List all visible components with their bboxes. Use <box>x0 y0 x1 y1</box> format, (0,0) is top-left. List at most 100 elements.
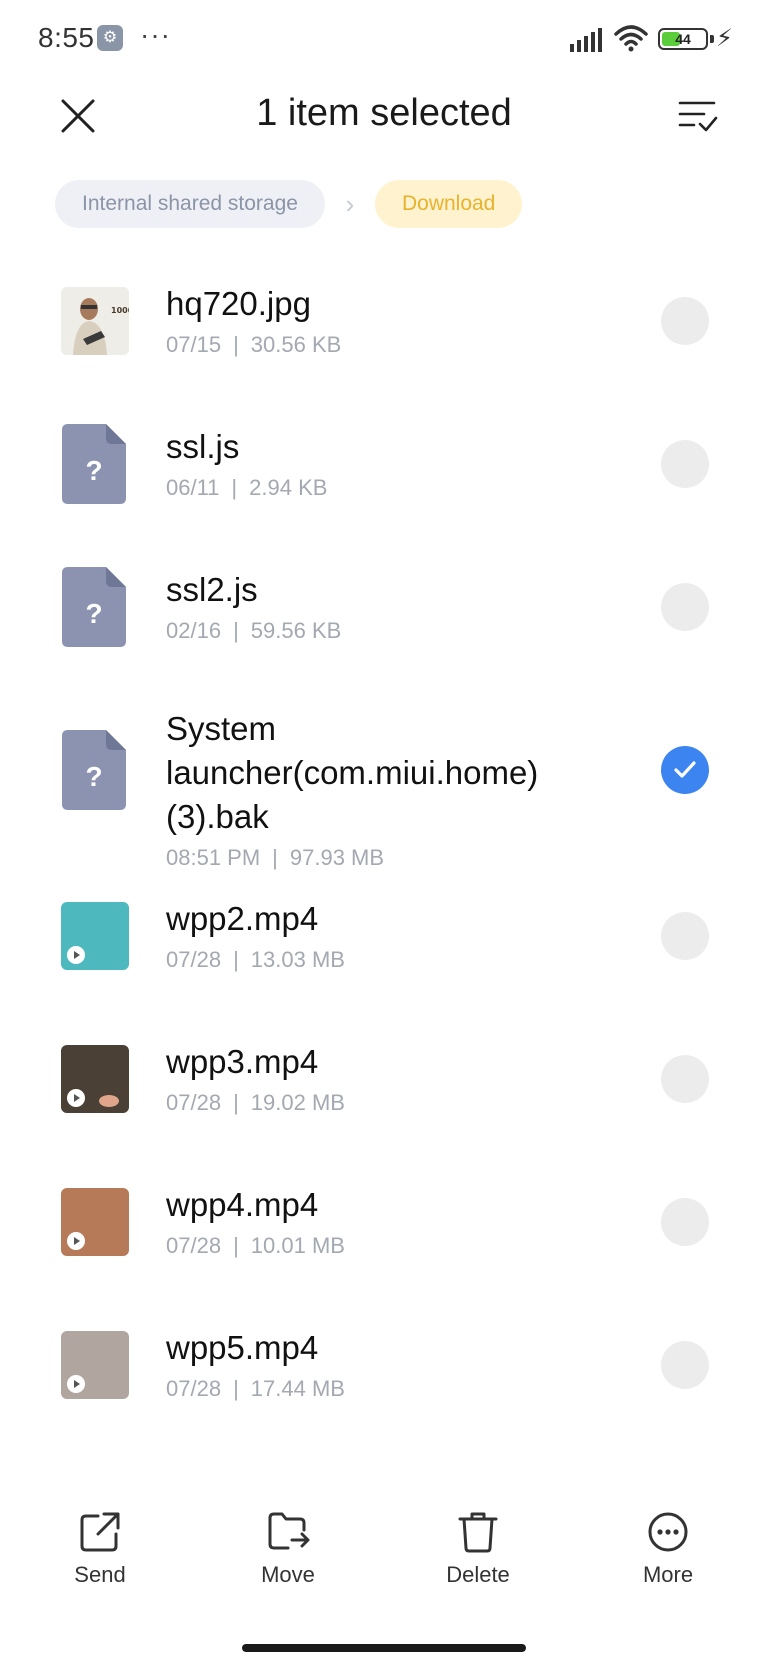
file-size: 13.03 MB <box>250 947 345 972</box>
delete-button[interactable]: Delete <box>418 1510 538 1588</box>
signal-icon <box>570 28 602 52</box>
select-checkbox[interactable] <box>661 583 709 631</box>
meta-divider: | <box>233 618 239 643</box>
send-button[interactable]: Send <box>40 1510 160 1588</box>
file-info: wpp3.mp4 07/28 | 19.02 MB <box>166 1040 628 1118</box>
file-size: 97.93 MB <box>289 845 385 870</box>
wifi-icon <box>614 25 648 52</box>
file-info: System launcher(com.miui.home) (3).bak 0… <box>166 707 628 873</box>
meta-divider: | <box>233 1233 239 1258</box>
file-row[interactable]: wpp2.mp4 07/28 | 13.03 MB <box>0 880 768 1023</box>
file-size: 10.01 MB <box>250 1233 345 1258</box>
file-name: ssl.js <box>166 428 240 465</box>
select-checkbox[interactable] <box>661 440 709 488</box>
file-info: wpp5.mp4 07/28 | 17.44 MB <box>166 1326 628 1404</box>
meta-divider: | <box>231 475 238 500</box>
battery-icon: 44 <box>658 28 708 50</box>
file-size: 2.94 KB <box>249 475 328 500</box>
file-info: wpp4.mp4 07/28 | 10.01 MB <box>166 1183 628 1261</box>
file-size: 17.44 MB <box>250 1376 345 1401</box>
play-icon <box>67 946 85 964</box>
file-date: 07/28 <box>166 947 222 972</box>
file-meta: 07/28 | 19.02 MB <box>166 1088 628 1118</box>
meta-divider: | <box>233 1090 239 1115</box>
file-row[interactable]: ? ssl2.js 02/16 | 59.56 KB <box>0 551 768 694</box>
file-name: wpp4.mp4 <box>166 1186 319 1223</box>
unknown-file-icon: ? <box>62 730 126 810</box>
unknown-file-icon: ? <box>62 567 126 647</box>
select-checkbox[interactable] <box>661 297 709 345</box>
image-thumbnail: 1000 <box>61 287 129 355</box>
file-date: 07/28 <box>166 1233 222 1258</box>
file-meta: 07/28 | 17.44 MB <box>166 1374 628 1404</box>
file-info: ssl.js 06/11 | 2.94 KB <box>166 425 628 503</box>
svg-text:1000: 1000 <box>111 306 129 315</box>
trash-icon <box>458 1512 498 1553</box>
file-size: 19.02 MB <box>250 1090 345 1115</box>
file-date: 07/15 <box>166 332 222 357</box>
file-size: 59.56 KB <box>250 618 342 643</box>
select-all-button[interactable] <box>672 90 724 142</box>
charging-icon: ⚡︎ <box>716 25 733 52</box>
meta-divider: | <box>272 845 278 870</box>
file-meta: 02/16 | 59.56 KB <box>166 616 628 646</box>
play-icon <box>67 1232 85 1250</box>
file-date: 07/28 <box>166 1090 222 1115</box>
select-all-icon <box>678 101 718 132</box>
battery-level: 44 <box>675 31 691 47</box>
move-button[interactable]: Move <box>228 1510 348 1588</box>
file-name: wpp3.mp4 <box>166 1043 319 1080</box>
select-checkbox-checked[interactable] <box>661 746 709 794</box>
file-info: wpp2.mp4 07/28 | 13.03 MB <box>166 897 628 975</box>
more-horizontal-icon <box>648 1512 688 1552</box>
more-button[interactable]: More <box>608 1510 728 1588</box>
file-list: 1000 hq720.jpg 07/15 | 30.56 KB ? ssl.js 0… <box>0 265 768 1452</box>
video-thumbnail <box>61 1045 129 1113</box>
selection-header: 1 item selected <box>0 80 768 160</box>
video-thumbnail <box>61 902 129 970</box>
play-icon <box>67 1375 85 1393</box>
file-name: System launcher(com.miui.home) (3).bak <box>166 710 539 835</box>
file-size: 30.56 KB <box>250 332 342 357</box>
video-thumbnail <box>61 1331 129 1399</box>
file-row-selected[interactable]: ? System launcher(com.miui.home) (3).bak… <box>0 694 768 880</box>
svg-text:?: ? <box>85 761 102 792</box>
meta-divider: | <box>233 947 239 972</box>
meta-divider: | <box>233 1376 239 1401</box>
select-checkbox[interactable] <box>661 1198 709 1246</box>
file-date: 08:51 PM <box>166 845 261 870</box>
file-name: hq720.jpg <box>166 285 311 322</box>
file-meta: 08:51 PM | 97.93 MB <box>166 843 628 873</box>
action-toolbar: Send Move Delete More <box>0 1510 768 1620</box>
select-checkbox[interactable] <box>661 912 709 960</box>
file-meta: 07/28 | 13.03 MB <box>166 945 628 975</box>
checkmark-icon <box>674 761 696 778</box>
select-checkbox[interactable] <box>661 1055 709 1103</box>
home-indicator[interactable] <box>242 1644 526 1652</box>
file-name: ssl2.js <box>166 571 258 608</box>
file-meta: 07/15 | 30.56 KB <box>166 330 628 360</box>
file-meta: 06/11 | 2.94 KB <box>166 473 628 503</box>
meta-divider: | <box>233 332 239 357</box>
file-name: wpp5.mp4 <box>166 1329 319 1366</box>
file-row[interactable]: ? ssl.js 06/11 | 2.94 KB <box>0 408 768 551</box>
select-checkbox[interactable] <box>661 1341 709 1389</box>
status-bar: 8:55 ⚙ ··· 44 ⚡︎ <box>0 0 768 80</box>
file-row[interactable]: 1000 hq720.jpg 07/15 | 30.56 KB <box>0 265 768 408</box>
file-info: ssl2.js 02/16 | 59.56 KB <box>166 568 628 646</box>
file-date: 02/16 <box>166 618 222 643</box>
play-icon <box>67 1089 85 1107</box>
more-notifications-icon: ··· <box>140 19 171 50</box>
battery-nub <box>710 35 714 43</box>
breadcrumb-download[interactable]: Download <box>374 180 523 228</box>
file-info: hq720.jpg 07/15 | 30.56 KB <box>166 282 628 360</box>
file-row[interactable]: wpp4.mp4 07/28 | 10.01 MB <box>0 1166 768 1309</box>
file-row[interactable]: wpp5.mp4 07/28 | 17.44 MB <box>0 1309 768 1452</box>
file-meta: 07/28 | 10.01 MB <box>166 1231 628 1261</box>
file-row[interactable]: wpp3.mp4 07/28 | 19.02 MB <box>0 1023 768 1166</box>
breadcrumb-internal-storage[interactable]: Internal shared storage <box>55 180 325 228</box>
file-date: 07/28 <box>166 1376 222 1401</box>
chevron-right-icon: › <box>345 188 355 219</box>
svg-text:?: ? <box>85 455 102 486</box>
send-label: Send <box>74 1562 126 1587</box>
